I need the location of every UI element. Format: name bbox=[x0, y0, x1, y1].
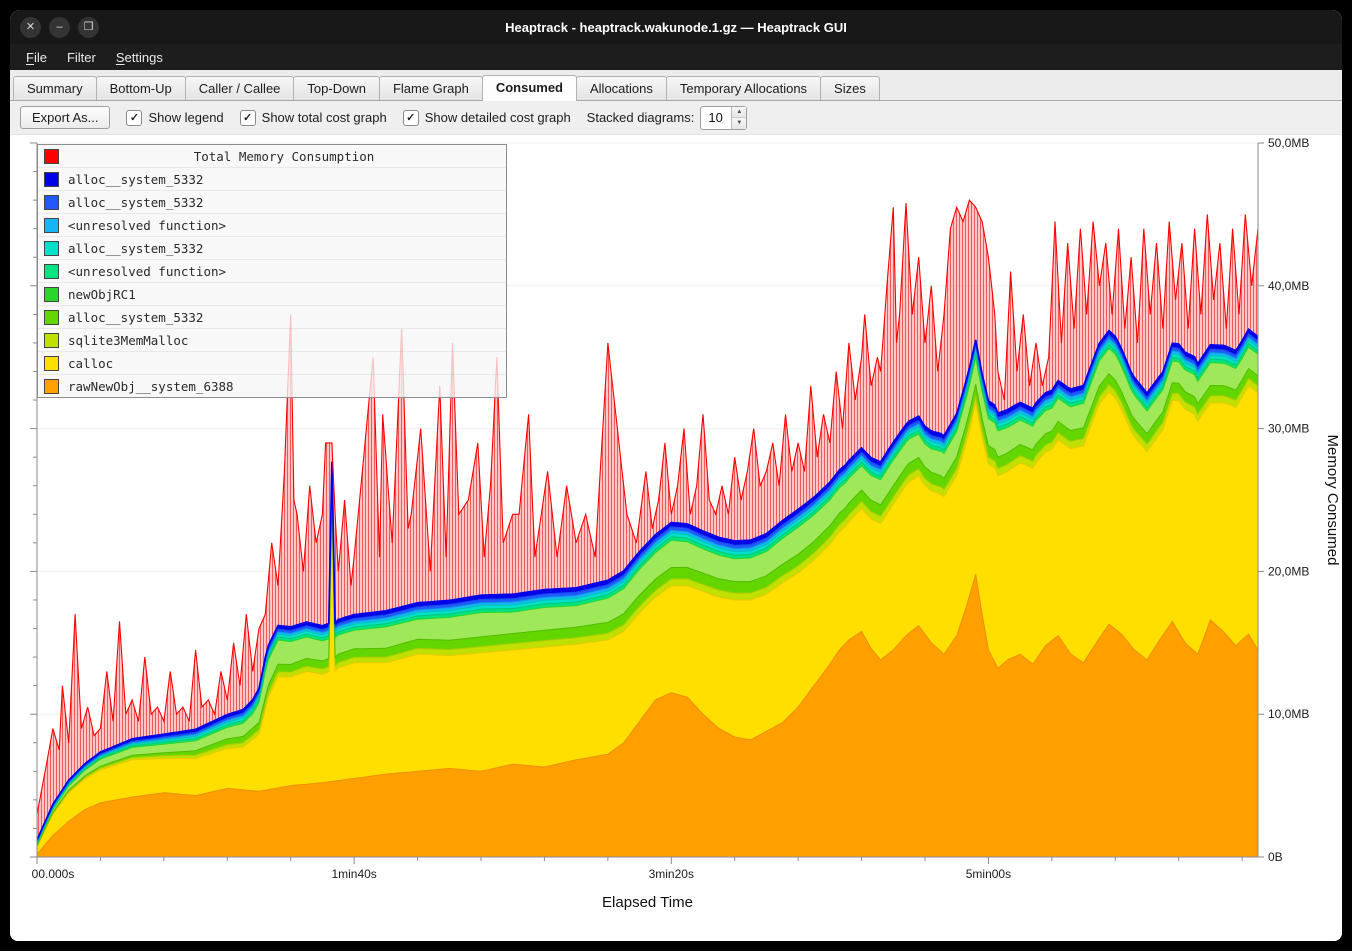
legend-label: <unresolved function> bbox=[68, 218, 226, 233]
legend-item: alloc__system_5332 bbox=[38, 306, 506, 329]
legend-swatch bbox=[44, 356, 59, 371]
legend-label: rawNewObj__system_6388 bbox=[68, 379, 234, 394]
y-axis-title: Memory Consumed bbox=[1324, 435, 1341, 566]
checkbox-box[interactable]: ✓ bbox=[240, 110, 256, 126]
checkbox-box[interactable]: ✓ bbox=[126, 110, 142, 126]
x-tick-label: 3min20s bbox=[649, 867, 694, 881]
checkbox-label: Show total cost graph bbox=[262, 110, 387, 125]
x-tick-label: 5min00s bbox=[966, 867, 1011, 881]
x-tick-label: 1min40s bbox=[331, 867, 376, 881]
chart-legend: Total Memory Consumption alloc__system_53… bbox=[37, 144, 507, 398]
titlebar[interactable]: ✕ – ❒ Heaptrack - heaptrack.wakunode.1.g… bbox=[10, 10, 1342, 44]
legend-item: <unresolved function> bbox=[38, 214, 506, 237]
legend-item: calloc bbox=[38, 352, 506, 375]
legend-label: <unresolved function> bbox=[68, 264, 226, 279]
minimize-button[interactable]: – bbox=[49, 17, 70, 38]
checkbox-label: Show detailed cost graph bbox=[425, 110, 571, 125]
close-button[interactable]: ✕ bbox=[20, 17, 41, 38]
tab-sizes[interactable]: Sizes bbox=[820, 76, 880, 100]
y-tick-label: 10,0MB bbox=[1268, 707, 1309, 721]
legend-swatch bbox=[44, 195, 59, 210]
tab-bottom-up[interactable]: Bottom-Up bbox=[96, 76, 186, 100]
legend-swatch bbox=[44, 310, 59, 325]
tab-flame-graph[interactable]: Flame Graph bbox=[379, 76, 483, 100]
menu-file[interactable]: File bbox=[16, 47, 57, 68]
window-controls: ✕ – ❒ bbox=[20, 10, 99, 44]
checkbox-show-total-cost-graph[interactable]: ✓ Show total cost graph bbox=[240, 110, 387, 126]
legend-label: newObjRC1 bbox=[68, 287, 136, 302]
spin-up-button[interactable]: ▲ bbox=[732, 107, 746, 118]
toolbar: Export As... ✓ Show legend ✓ Show total cos… bbox=[10, 101, 1342, 135]
stacked-diagrams-spinbox[interactable]: 10 ▲ ▼ bbox=[700, 106, 747, 130]
legend-item: alloc__system_5332 bbox=[38, 168, 506, 191]
window-title: Heaptrack - heaptrack.wakunode.1.gz — He… bbox=[505, 20, 847, 35]
legend-swatch bbox=[44, 149, 59, 164]
legend-label: calloc bbox=[68, 356, 113, 371]
chart-area[interactable]: 0B 10,0MB 20,0MB 30,0MB 40,0MB 50,0MB 00.000s 1… bbox=[10, 135, 1342, 941]
legend-swatch bbox=[44, 172, 59, 187]
tab-summary[interactable]: Summary bbox=[13, 76, 97, 100]
y-tick-label: 0B bbox=[1268, 850, 1283, 864]
legend-label: alloc__system_5332 bbox=[68, 310, 203, 325]
legend-item: alloc__system_5332 bbox=[38, 191, 506, 214]
toolbar-checkboxes: ✓ Show legend ✓ Show total cost graph ✓ Show … bbox=[126, 110, 570, 126]
legend-label: alloc__system_5332 bbox=[68, 241, 203, 256]
legend-swatch bbox=[44, 264, 59, 279]
legend-item: rawNewObj__system_6388 bbox=[38, 375, 506, 397]
stacked-diagrams-value: 10 bbox=[701, 107, 731, 129]
legend-item: newObjRC1 bbox=[38, 283, 506, 306]
y-tick-label: 30,0MB bbox=[1268, 422, 1309, 436]
legend-swatch bbox=[44, 333, 59, 348]
tab-temporary-allocations[interactable]: Temporary Allocations bbox=[666, 76, 821, 100]
legend-title: Total Memory Consumption bbox=[68, 149, 500, 164]
heaptrack-window: ✕ – ❒ Heaptrack - heaptrack.wakunode.1.g… bbox=[10, 10, 1342, 941]
checkbox-show-legend[interactable]: ✓ Show legend bbox=[126, 110, 223, 126]
spin-down-button[interactable]: ▼ bbox=[732, 117, 746, 129]
legend-label: alloc__system_5332 bbox=[68, 172, 203, 187]
checkbox-show-detailed-cost-graph[interactable]: ✓ Show detailed cost graph bbox=[403, 110, 571, 126]
menu-settings[interactable]: Settings bbox=[106, 47, 173, 68]
tab-top-down[interactable]: Top-Down bbox=[293, 76, 380, 100]
y-tick-label: 20,0MB bbox=[1268, 564, 1309, 578]
checkbox-box[interactable]: ✓ bbox=[403, 110, 419, 126]
tab-caller-callee[interactable]: Caller / Callee bbox=[185, 76, 295, 100]
legend-item: sqlite3MemMalloc bbox=[38, 329, 506, 352]
legend-item: <unresolved function> bbox=[38, 260, 506, 283]
menu-filter[interactable]: Filter bbox=[57, 47, 106, 68]
tab-consumed[interactable]: Consumed bbox=[482, 75, 577, 101]
x-tick-label: 00.000s bbox=[32, 867, 75, 881]
legend-item: alloc__system_5332 bbox=[38, 237, 506, 260]
tab-allocations[interactable]: Allocations bbox=[576, 76, 667, 100]
legend-label: sqlite3MemMalloc bbox=[68, 333, 188, 348]
checkbox-label: Show legend bbox=[148, 110, 223, 125]
y-tick-label: 50,0MB bbox=[1268, 136, 1309, 150]
menubar: FileFilterSettings bbox=[10, 44, 1342, 70]
legend-swatch bbox=[44, 218, 59, 233]
legend-title-row: Total Memory Consumption bbox=[38, 145, 506, 168]
export-as-button[interactable]: Export As... bbox=[20, 106, 110, 129]
legend-swatch bbox=[44, 241, 59, 256]
spinner-buttons: ▲ ▼ bbox=[731, 107, 746, 129]
tab-bar: SummaryBottom-UpCaller / CalleeTop-DownF… bbox=[10, 70, 1342, 101]
y-tick-label: 40,0MB bbox=[1268, 279, 1309, 293]
legend-swatch bbox=[44, 379, 59, 394]
legend-swatch bbox=[44, 287, 59, 302]
maximize-button[interactable]: ❒ bbox=[78, 17, 99, 38]
stacked-diagrams-label: Stacked diagrams: bbox=[587, 110, 695, 125]
x-axis-title: Elapsed Time bbox=[602, 894, 693, 911]
legend-label: alloc__system_5332 bbox=[68, 195, 203, 210]
